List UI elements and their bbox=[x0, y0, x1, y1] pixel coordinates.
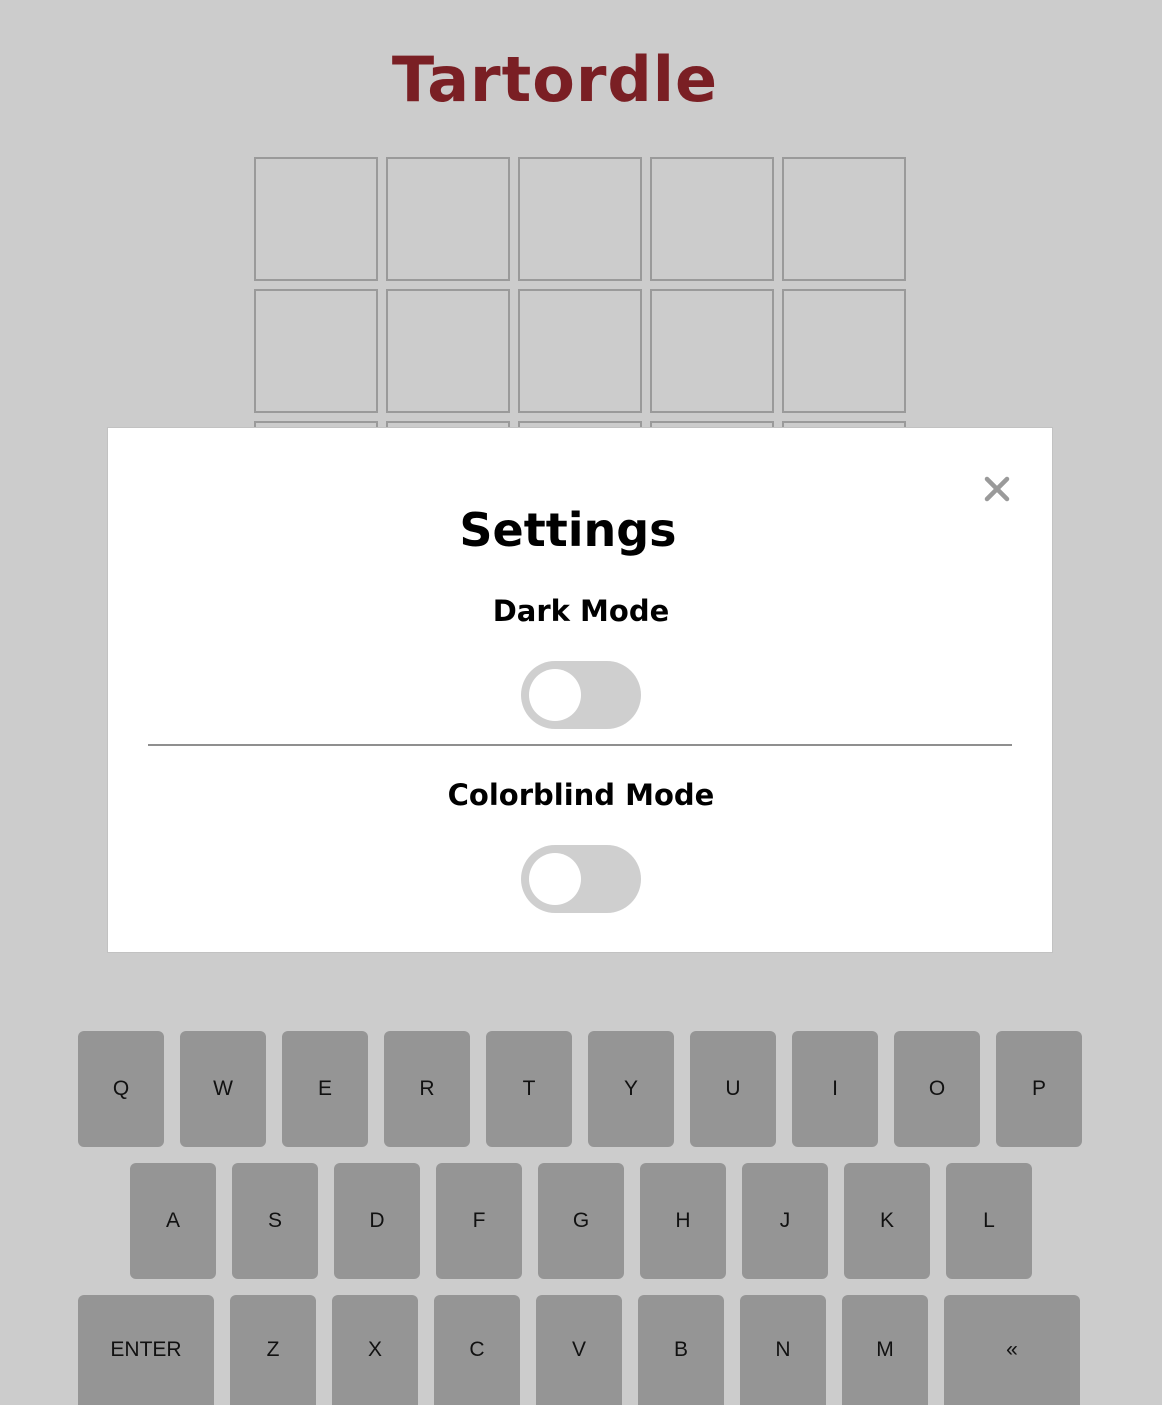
colorblind-mode-toggle[interactable] bbox=[521, 845, 641, 913]
app-title: Tartordle bbox=[391, 43, 719, 116]
backspace-key[interactable]: « bbox=[944, 1295, 1080, 1405]
toggle-knob bbox=[529, 669, 581, 721]
board-tile bbox=[518, 157, 642, 281]
board-tile bbox=[254, 289, 378, 413]
key-l[interactable]: L bbox=[946, 1163, 1032, 1279]
key-j[interactable]: J bbox=[742, 1163, 828, 1279]
key-o[interactable]: O bbox=[894, 1031, 980, 1147]
dark-mode-toggle[interactable] bbox=[521, 661, 641, 729]
board-row bbox=[254, 289, 906, 413]
key-p[interactable]: P bbox=[996, 1031, 1082, 1147]
key-a[interactable]: A bbox=[130, 1163, 216, 1279]
key-m[interactable]: M bbox=[842, 1295, 928, 1405]
board-tile bbox=[254, 157, 378, 281]
key-y[interactable]: Y bbox=[588, 1031, 674, 1147]
key-x[interactable]: X bbox=[332, 1295, 418, 1405]
board-tile bbox=[386, 157, 510, 281]
board-tile bbox=[518, 289, 642, 413]
colorblind-mode-label: Colorblind Mode bbox=[447, 778, 715, 812]
board-row bbox=[254, 157, 906, 281]
key-d[interactable]: D bbox=[334, 1163, 420, 1279]
key-z[interactable]: Z bbox=[230, 1295, 316, 1405]
board-tile bbox=[386, 289, 510, 413]
key-v[interactable]: V bbox=[536, 1295, 622, 1405]
dark-mode-label: Dark Mode bbox=[492, 594, 670, 628]
key-f[interactable]: F bbox=[436, 1163, 522, 1279]
key-w[interactable]: W bbox=[180, 1031, 266, 1147]
key-e[interactable]: E bbox=[282, 1031, 368, 1147]
key-s[interactable]: S bbox=[232, 1163, 318, 1279]
board-tile bbox=[782, 157, 906, 281]
key-c[interactable]: C bbox=[434, 1295, 520, 1405]
key-k[interactable]: K bbox=[844, 1163, 930, 1279]
key-r[interactable]: R bbox=[384, 1031, 470, 1147]
settings-modal: Settings Dark Mode Colorblind Mode bbox=[107, 427, 1053, 953]
toggle-knob bbox=[529, 853, 581, 905]
key-b[interactable]: B bbox=[638, 1295, 724, 1405]
enter-key[interactable]: ENTER bbox=[78, 1295, 214, 1405]
key-g[interactable]: G bbox=[538, 1163, 624, 1279]
key-t[interactable]: T bbox=[486, 1031, 572, 1147]
key-n[interactable]: N bbox=[740, 1295, 826, 1405]
key-i[interactable]: I bbox=[792, 1031, 878, 1147]
settings-divider bbox=[148, 744, 1012, 746]
board-tile bbox=[650, 157, 774, 281]
board-tile bbox=[650, 289, 774, 413]
key-h[interactable]: H bbox=[640, 1163, 726, 1279]
board-tile bbox=[782, 289, 906, 413]
settings-title: Settings bbox=[459, 503, 677, 557]
key-u[interactable]: U bbox=[690, 1031, 776, 1147]
key-q[interactable]: Q bbox=[78, 1031, 164, 1147]
